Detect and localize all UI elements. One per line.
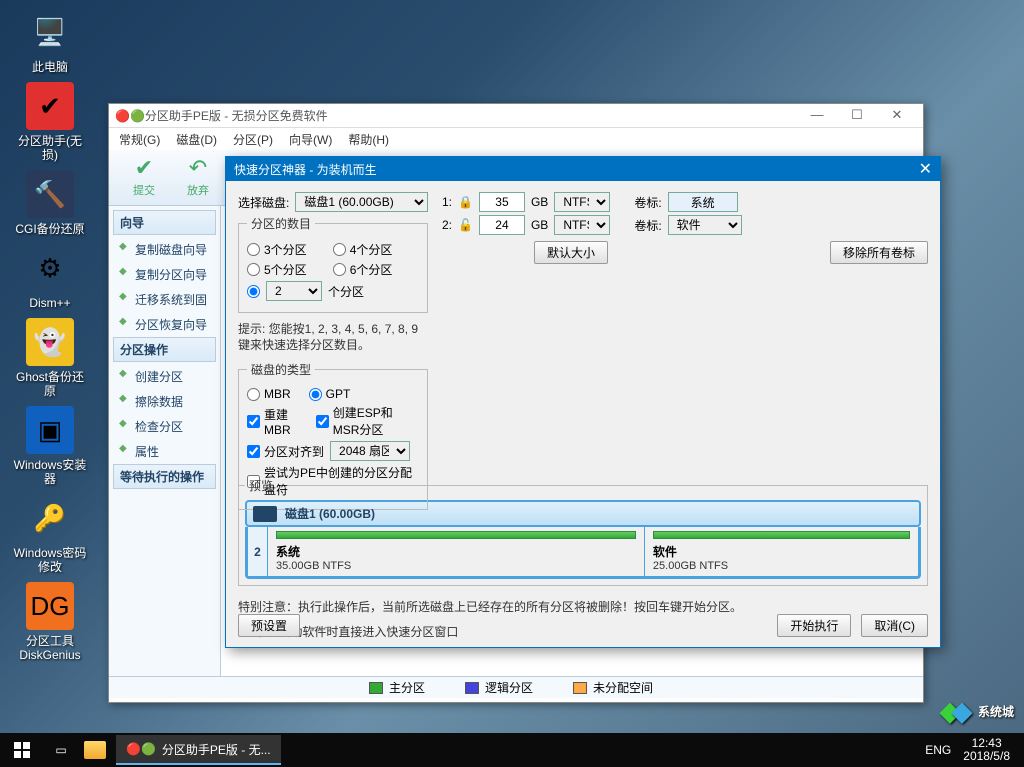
partition-row: 2: 🔓 GB NTFS 卷标: 软件 — [442, 215, 928, 235]
preview-partitions: 2 系统 35.00GB NTFS 软件 25.00GB NTFS — [245, 527, 921, 579]
menubar: 常规(G) 磁盘(D) 分区(P) 向导(W) 帮助(H) — [109, 128, 923, 150]
disk-icon — [253, 506, 277, 522]
hint-text: 提示: 您能按1, 2, 3, 4, 5, 6, 7, 8, 9键来快速选择分区… — [238, 321, 428, 353]
radio-6-parts[interactable]: 6个分区 — [333, 261, 393, 278]
tray-lang[interactable]: ENG — [925, 743, 951, 757]
menu-item[interactable]: 常规(G) — [119, 131, 160, 148]
preview-disk-header: 磁盘1 (60.00GB) — [245, 500, 921, 527]
radio-3-parts[interactable]: 3个分区 — [247, 241, 307, 258]
unlock-icon: 🔓 — [458, 218, 473, 232]
toolbar-button[interactable]: ↶放弃 — [173, 154, 223, 201]
minimize-button[interactable]: — — [797, 105, 837, 127]
desktop-icon[interactable]: 🔨CGI备份还原 — [12, 170, 88, 236]
app-icon: 🔴🟢 — [115, 109, 145, 123]
chevron-icon: ︿︿ — [310, 617, 330, 634]
desktop-icon[interactable]: 👻Ghost备份还原 — [12, 318, 88, 398]
maximize-button[interactable]: ☐ — [837, 105, 877, 127]
filesystem-dropdown[interactable]: NTFS — [554, 192, 610, 212]
quick-partition-dialog: 快速分区神器 - 为装机而生 ✕ 选择磁盘: 磁盘1 (60.00GB) 分区的… — [225, 156, 941, 648]
legend: 主分区 逻辑分区 未分配空间 — [109, 676, 923, 698]
select-disk-dropdown[interactable]: 磁盘1 (60.00GB) — [295, 192, 428, 212]
desktop-icon[interactable]: ⚙Dism++ — [12, 244, 88, 310]
dialog-close-icon[interactable]: ✕ — [919, 159, 932, 179]
select-disk-label: 选择磁盘: — [238, 194, 289, 211]
taskbar-app[interactable]: 🔴🟢分区助手PE版 - 无... — [116, 735, 281, 765]
radio-4-parts[interactable]: 4个分区 — [333, 241, 393, 258]
start-button[interactable]: 开始执行 — [777, 614, 851, 637]
menu-item[interactable]: 磁盘(D) — [176, 131, 217, 148]
partition-row: 1: 🔒 GB NTFS 卷标: — [442, 192, 928, 212]
toolbar-button[interactable]: ✔提交 — [119, 154, 169, 201]
disk-type-label: 磁盘的类型 — [247, 361, 315, 378]
left-panel: 向导复制磁盘向导复制分区向导迁移系统到固分区恢复向导分区操作创建分区擦除数据检查… — [109, 206, 221, 676]
default-size-button[interactable]: 默认大小 — [534, 241, 608, 264]
panel-item[interactable]: 擦除数据 — [113, 389, 216, 414]
check-rebuild-mbr[interactable]: 重建MBR — [247, 406, 302, 437]
dialog-title: 快速分区神器 - 为装机而生 — [234, 161, 377, 178]
start-button[interactable] — [0, 733, 44, 767]
radio-custom-parts[interactable] — [247, 285, 260, 298]
lock-icon: 🔒 — [458, 195, 473, 209]
legend-item: 逻辑分区 — [465, 679, 533, 696]
check-create-esp[interactable]: 创建ESP和MSR分区 — [316, 404, 419, 438]
tray-clock[interactable]: 12:432018/5/8 — [963, 737, 1010, 763]
panel-header: 向导 — [113, 210, 216, 235]
volume-label-input[interactable] — [668, 192, 738, 212]
preview-part-2: 软件 25.00GB NTFS — [645, 527, 918, 576]
panel-item[interactable]: 检查分区 — [113, 414, 216, 439]
taskview-icon[interactable]: ▭ — [44, 743, 78, 757]
preview-label: 预览 — [245, 477, 277, 494]
watermark: ◆◆ 系统城 — [940, 696, 1014, 727]
check-align[interactable]: 分区对齐到 — [247, 443, 324, 460]
custom-count-dropdown[interactable]: 2 — [266, 281, 322, 301]
main-title: 分区助手PE版 - 无损分区免费软件 — [145, 107, 328, 124]
preview-index: 2 — [248, 527, 268, 576]
radio-5-parts[interactable]: 5个分区 — [247, 261, 307, 278]
panel-item[interactable]: 属性 — [113, 439, 216, 464]
menu-item[interactable]: 向导(W) — [289, 131, 332, 148]
radio-mbr[interactable]: MBR — [247, 387, 291, 401]
dialog-titlebar: 快速分区神器 - 为装机而生 ✕ — [226, 157, 940, 181]
remove-labels-button[interactable]: 移除所有卷标 — [830, 241, 928, 264]
explorer-icon[interactable] — [78, 741, 112, 759]
panel-header: 等待执行的操作 — [113, 464, 216, 489]
menu-item[interactable]: 帮助(H) — [348, 131, 389, 148]
panel-item[interactable]: 复制磁盘向导 — [113, 237, 216, 262]
desktop-icon[interactable]: ✔分区助手(无损) — [12, 82, 88, 162]
taskbar: ▭ 🔴🟢分区助手PE版 - 无... ENG 12:432018/5/8 — [0, 733, 1024, 767]
partition-count-group: 分区的数目 3个分区 4个分区 5个分区 6个分区 2 个分区 — [238, 215, 428, 313]
panel-item[interactable]: 迁移系统到固 — [113, 287, 216, 312]
align-dropdown[interactable]: 2048 扇区 — [330, 441, 410, 461]
legend-item: 主分区 — [369, 679, 425, 696]
close-button[interactable]: ✕ — [877, 105, 917, 127]
filesystem-dropdown[interactable]: NTFS — [554, 215, 610, 235]
desktop-icon[interactable]: 🔑Windows密码修改 — [12, 494, 88, 574]
menu-item[interactable]: 分区(P) — [233, 131, 273, 148]
size-input[interactable] — [479, 192, 525, 212]
volume-label-dropdown[interactable]: 软件 — [668, 215, 742, 235]
desktop-icon[interactable]: ▣Windows安装器 — [12, 406, 88, 486]
radio-gpt[interactable]: GPT — [309, 387, 351, 401]
main-titlebar: 🔴🟢 分区助手PE版 - 无损分区免费软件 — ☐ ✕ — [109, 104, 923, 128]
preview-part-1: 系统 35.00GB NTFS — [268, 527, 645, 576]
legend-item: 未分配空间 — [573, 679, 653, 696]
size-input[interactable] — [479, 215, 525, 235]
desktop-icon[interactable]: 🖥️此电脑 — [12, 8, 88, 74]
panel-header: 分区操作 — [113, 337, 216, 362]
system-tray: ENG 12:432018/5/8 — [911, 737, 1024, 763]
panel-item[interactable]: 创建分区 — [113, 364, 216, 389]
panel-item[interactable]: 分区恢复向导 — [113, 312, 216, 337]
partition-count-label: 分区的数目 — [247, 215, 315, 232]
preset-button[interactable]: 预设置 — [238, 614, 300, 637]
desktop-icon[interactable]: DG分区工具DiskGenius — [12, 582, 88, 662]
panel-item[interactable]: 复制分区向导 — [113, 262, 216, 287]
cancel-button[interactable]: 取消(C) — [861, 614, 928, 637]
